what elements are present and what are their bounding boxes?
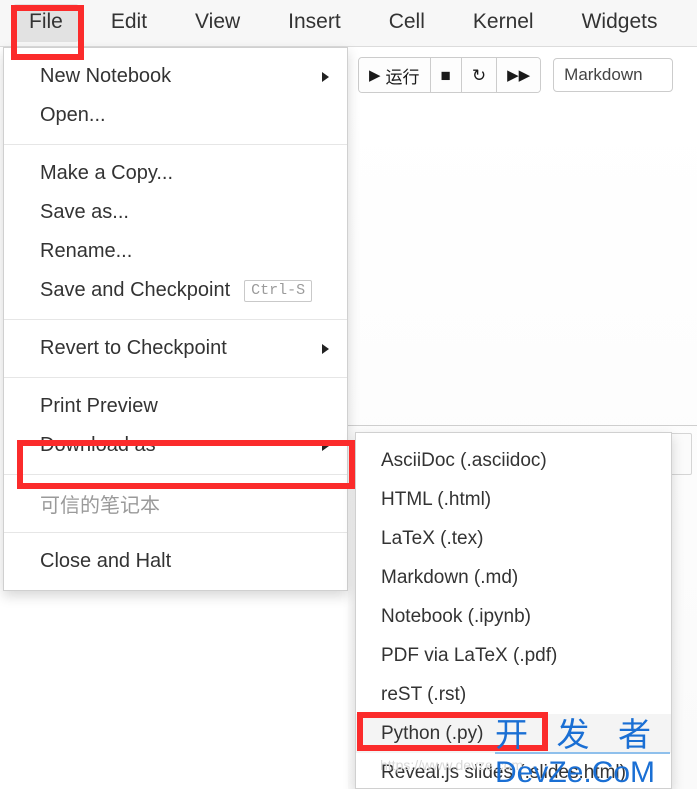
- submenu-item-label: Markdown (.md): [381, 566, 519, 588]
- menu-separator: [4, 319, 347, 320]
- menu-item-make-a-copy[interactable]: Make a Copy...: [4, 154, 347, 193]
- menu-item-save-and-checkpoint[interactable]: Save and Checkpoint Ctrl-S: [4, 271, 347, 310]
- menubar-item-insert[interactable]: Insert: [273, 4, 356, 41]
- submenu-item-label: AsciiDoc (.asciidoc): [381, 449, 547, 471]
- submenu-item-latex[interactable]: LaTeX (.tex): [356, 519, 671, 558]
- menu-item-print-preview[interactable]: Print Preview: [4, 387, 347, 426]
- jupyter-notebook-screenshot: ▶ 运行 ■ ↻ ▶▶ Markdown File Edit View Inse…: [0, 0, 697, 789]
- menu-item-label: Close and Halt: [40, 550, 172, 572]
- submenu-item-html[interactable]: HTML (.html): [356, 480, 671, 519]
- menu-item-revert-to-checkpoint[interactable]: Revert to Checkpoint: [4, 329, 347, 368]
- menu-item-label: Revert to Checkpoint: [40, 337, 227, 359]
- submenu-item-label: PDF via LaTeX (.pdf): [381, 644, 558, 666]
- chevron-right-icon: [322, 71, 329, 82]
- menubar-item-view[interactable]: View: [180, 4, 255, 41]
- menu-item-label: 可信的笔记本: [40, 495, 160, 517]
- menu-item-label: Save as...: [40, 201, 129, 223]
- menubar: File Edit View Insert Cell Kernel Widget…: [0, 0, 697, 47]
- menu-item-label: Download as: [40, 434, 156, 456]
- submenu-item-rest[interactable]: reST (.rst): [356, 675, 671, 714]
- menu-item-label: Make a Copy...: [40, 162, 174, 184]
- menubar-item-cell[interactable]: Cell: [374, 4, 440, 41]
- submenu-item-pdf-via-latex[interactable]: PDF via LaTeX (.pdf): [356, 636, 671, 675]
- menu-separator: [4, 377, 347, 378]
- menu-item-save-as[interactable]: Save as...: [4, 193, 347, 232]
- menu-separator: [4, 474, 347, 475]
- fast-forward-icon: ▶▶: [507, 66, 531, 84]
- file-dropdown-menu: New Notebook Open... Make a Copy... Save…: [3, 47, 348, 591]
- download-as-submenu: AsciiDoc (.asciidoc) HTML (.html) LaTeX …: [355, 432, 672, 789]
- menu-separator: [4, 532, 347, 533]
- menu-item-label: New Notebook: [40, 65, 172, 87]
- cell-type-value: Markdown: [564, 65, 643, 84]
- menubar-item-edit[interactable]: Edit: [96, 4, 162, 41]
- run-button-label: 运行: [385, 67, 420, 87]
- menu-item-new-notebook[interactable]: New Notebook: [4, 57, 347, 96]
- interrupt-kernel-button[interactable]: ■: [430, 58, 462, 92]
- menu-item-download-as[interactable]: Download as: [4, 426, 347, 465]
- menu-item-label: Rename...: [40, 240, 133, 262]
- menu-item-label: Save and Checkpoint: [40, 279, 231, 301]
- submenu-item-python[interactable]: Python (.py): [356, 714, 671, 753]
- submenu-item-label: HTML (.html): [381, 488, 492, 510]
- restart-circular-arrow-icon: ↻: [471, 65, 487, 85]
- menubar-item-file[interactable]: File: [14, 4, 78, 42]
- submenu-item-label: reST (.rst): [381, 683, 467, 705]
- chevron-right-icon: [322, 440, 329, 451]
- submenu-item-label: Notebook (.ipynb): [381, 605, 531, 627]
- stop-square-icon: ■: [440, 65, 451, 85]
- menubar-items: File Edit View Insert Cell Kernel Widget…: [0, 0, 697, 46]
- menu-item-trusted-notebook: 可信的笔记本: [4, 484, 347, 523]
- run-button[interactable]: ▶ 运行: [359, 58, 431, 92]
- menu-item-label: Open...: [40, 104, 106, 126]
- menu-item-close-and-halt[interactable]: Close and Halt: [4, 542, 347, 581]
- toolbar-button-group: ▶ 运行 ■ ↻ ▶▶: [358, 57, 542, 93]
- menu-item-label: Print Preview: [40, 395, 158, 417]
- menu-item-rename[interactable]: Rename...: [4, 232, 347, 271]
- notebook-toolbar: ▶ 运行 ■ ↻ ▶▶ Markdown: [358, 57, 674, 93]
- cell-type-select[interactable]: Markdown: [553, 58, 674, 92]
- submenu-item-label: Python (.py): [381, 722, 484, 744]
- notebook-divider: [348, 425, 697, 426]
- submenu-item-reveal-js-slides[interactable]: Reveal.js slides (.slides.html): [356, 753, 671, 788]
- submenu-item-label: LaTeX (.tex): [381, 527, 484, 549]
- menu-item-open[interactable]: Open...: [4, 96, 347, 135]
- restart-kernel-button[interactable]: ↻: [461, 58, 498, 92]
- submenu-item-markdown[interactable]: Markdown (.md): [356, 558, 671, 597]
- submenu-item-asciidoc[interactable]: AsciiDoc (.asciidoc): [356, 441, 671, 480]
- submenu-item-label: Reveal.js slides (.slides.html): [381, 761, 626, 783]
- shortcut-badge: Ctrl-S: [244, 279, 313, 302]
- menubar-item-widgets[interactable]: Widgets: [567, 4, 673, 41]
- menu-separator: [4, 144, 347, 145]
- menubar-item-help[interactable]: H: [690, 4, 697, 41]
- play-icon: ▶: [369, 66, 381, 84]
- submenu-item-notebook[interactable]: Notebook (.ipynb): [356, 597, 671, 636]
- restart-and-run-all-button[interactable]: ▶▶: [497, 58, 541, 92]
- menubar-item-kernel[interactable]: Kernel: [458, 4, 549, 41]
- chevron-right-icon: [322, 343, 329, 354]
